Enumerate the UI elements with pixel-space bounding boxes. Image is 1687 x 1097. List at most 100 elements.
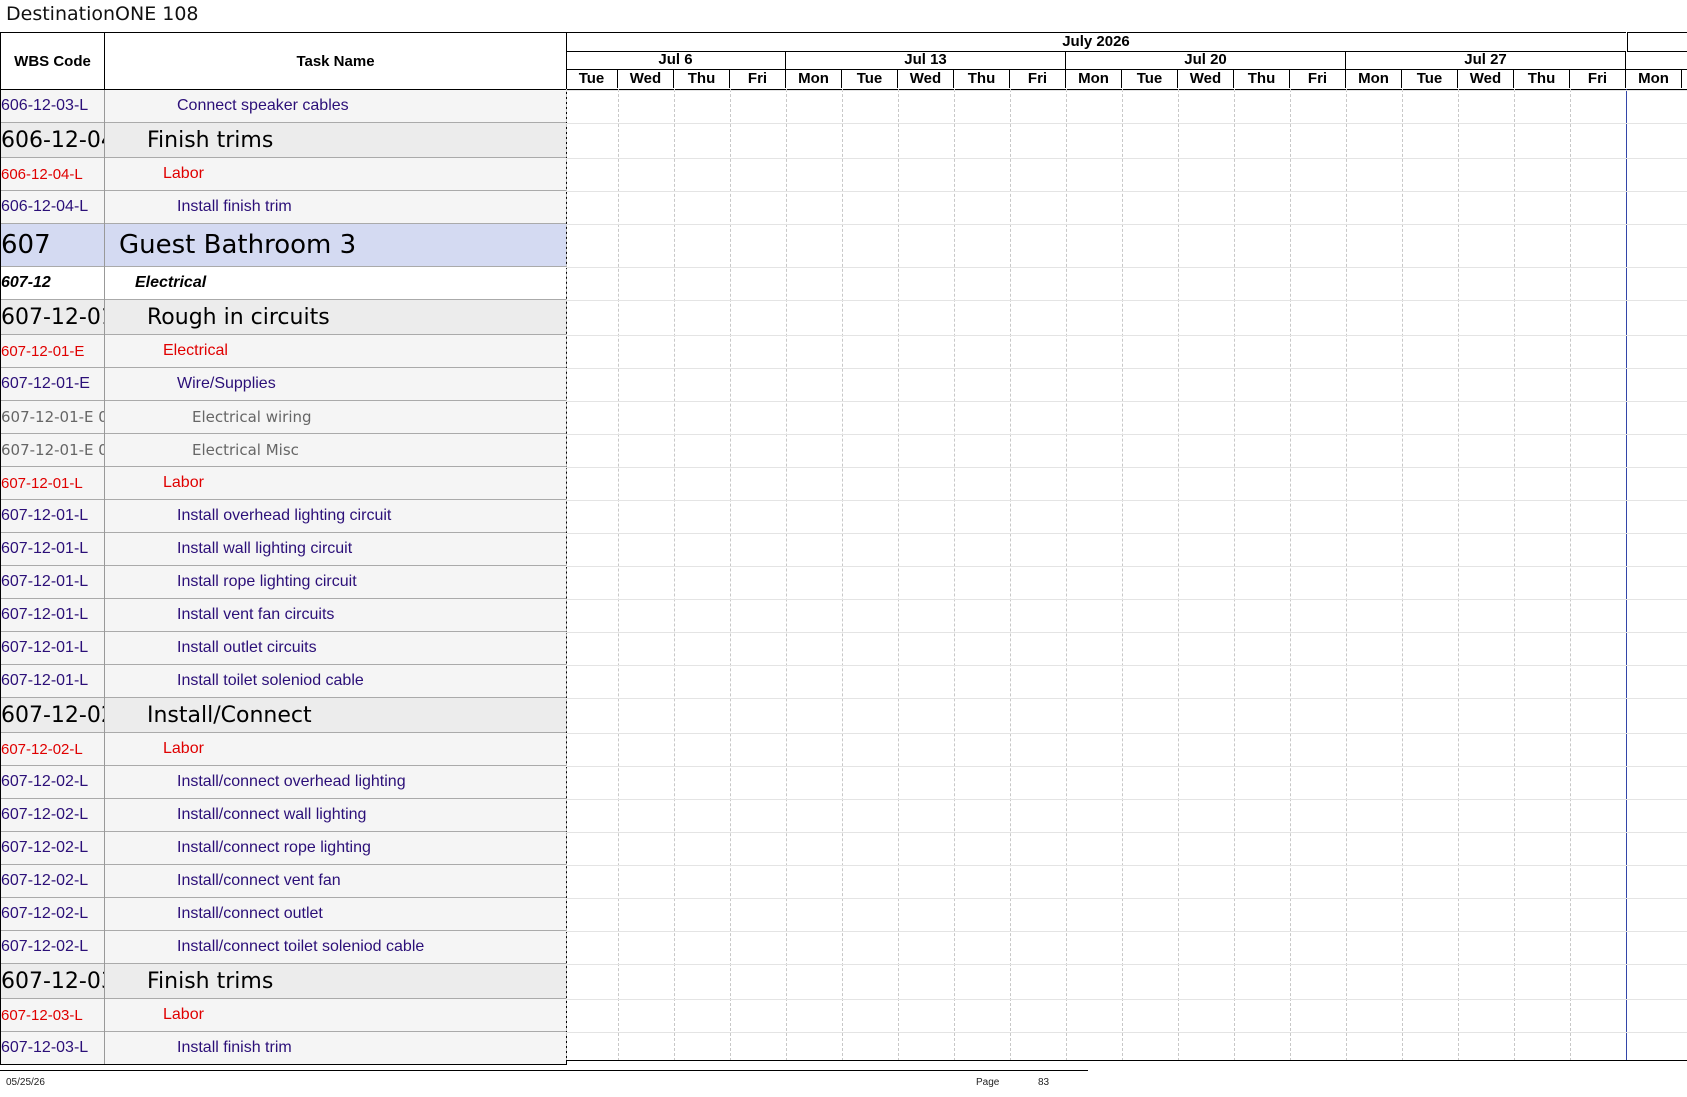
task-name: Electrical <box>104 334 567 368</box>
timeline-row-line <box>566 897 1687 899</box>
task-row[interactable]: 607-12-02-L Install/connect toilet soleni… <box>0 930 567 964</box>
task-row[interactable]: 607-12-01 Rough in circuits <box>0 299 567 335</box>
wbs-code: 607-12-02-L <box>0 798 105 832</box>
day-grid-line <box>1570 89 1571 1061</box>
week-label: Jul 27 <box>1346 51 1626 70</box>
timeline-row-line <box>566 532 1687 534</box>
task-name: Install/connect rope lighting <box>104 831 567 865</box>
task-row[interactable]: 607-12-01-E 0 Electrical wiring <box>0 400 567 434</box>
task-row[interactable]: 606-12-04-L Labor <box>0 157 567 191</box>
day-grid-line <box>1234 89 1235 1061</box>
day-grid-line <box>674 89 675 1061</box>
task-row[interactable]: 607-12-01-L Install toilet soleniod cable <box>0 664 567 698</box>
day-grid-line <box>1178 89 1179 1061</box>
day-label: Wed <box>898 70 954 88</box>
timeline-row-line <box>566 798 1687 800</box>
task-name: Install toilet soleniod cable <box>104 664 567 698</box>
wbs-code: 607-12-01-E 0 <box>0 400 105 434</box>
wbs-code: 607-12-03-L <box>0 998 105 1032</box>
day-label: Wed <box>618 70 674 88</box>
week-label: Jul 13 <box>786 51 1066 70</box>
day-label: Fri <box>1570 70 1626 88</box>
wbs-code: 607-12-01-L <box>0 466 105 500</box>
day-grid-line <box>1066 89 1067 1061</box>
wbs-code: 606-12-04-L <box>0 190 105 224</box>
task-name: Install finish trim <box>104 1031 567 1065</box>
task-row[interactable]: 607-12-02-L Install/connect wall lighting <box>0 798 567 832</box>
wbs-code-header[interactable]: WBS Code <box>0 32 105 90</box>
timeline-row-line <box>566 1031 1687 1033</box>
wbs-code: 607-12-02-L <box>0 831 105 865</box>
task-row[interactable]: 607-12-01-L Install rope lighting circuit <box>0 565 567 599</box>
task-row[interactable]: 607-12-01-E Electrical <box>0 334 567 368</box>
day-grid-line <box>1346 89 1347 1061</box>
task-name: Electrical <box>104 266 567 300</box>
day-grid-line <box>898 89 899 1061</box>
task-name: Finish trims <box>104 963 567 999</box>
wbs-code: 606-12-03-L <box>0 89 105 123</box>
day-grid-line <box>786 89 787 1061</box>
task-row[interactable]: 606-12-04 Finish trims <box>0 122 567 158</box>
task-name: Connect speaker cables <box>104 89 567 123</box>
task-row[interactable]: 607-12-02-L Install/connect vent fan <box>0 864 567 898</box>
day-label: Tue <box>566 70 618 88</box>
footer-rule <box>0 1070 1088 1071</box>
task-list: 606-12-03-L Connect speaker cables 606-12-… <box>0 89 567 1065</box>
footer-page-number: 83 <box>1038 1077 1050 1088</box>
task-row[interactable]: 607-12-03-L Labor <box>0 998 567 1032</box>
task-row[interactable]: 606-12-03-L Connect speaker cables <box>0 89 567 123</box>
timeline-row-line <box>566 598 1687 600</box>
timeline-row-line <box>566 223 1687 225</box>
day-grid-line <box>1010 89 1011 1061</box>
task-row[interactable]: 607-12-02-L Install/connect outlet <box>0 897 567 931</box>
timeline-row-line <box>566 998 1687 1000</box>
timeline-row-line <box>566 831 1687 833</box>
timeline-row-line <box>566 864 1687 866</box>
week-label: Jul 20 <box>1066 51 1346 70</box>
wbs-code: 607 <box>0 223 105 267</box>
day-grid-line <box>618 89 619 1061</box>
day-grid-line <box>730 89 731 1061</box>
task-row[interactable]: 607-12-01-L Install overhead lighting cir… <box>0 499 567 533</box>
task-row[interactable]: 607-12-01-E Wire/Supplies <box>0 367 567 401</box>
timeline-header: July 2026 Tue Wed Thu Fri Mon Tue Wed Thu Fri Mon… <box>566 32 1687 90</box>
task-row[interactable]: 607-12-02 Install/Connect <box>0 697 567 733</box>
day-grid-line <box>1514 89 1515 1061</box>
task-row[interactable]: 607-12-03 Finish trims <box>0 963 567 999</box>
task-row[interactable]: 607-12-01-L Install vent fan circuits <box>0 598 567 632</box>
task-row[interactable]: 607-12-02-L Labor <box>0 732 567 766</box>
timeline-row-line <box>566 565 1687 567</box>
wbs-code: 607-12-02 <box>0 697 105 733</box>
task-row[interactable]: 607 Guest Bathroom 3 <box>0 223 567 267</box>
task-name: Rough in circuits <box>104 299 567 335</box>
timeline-row-line <box>566 299 1687 301</box>
task-row[interactable]: 607-12 Electrical <box>0 266 567 300</box>
timeline-row-line <box>566 433 1687 435</box>
day-label: Mon <box>786 70 842 88</box>
wbs-code: 607-12-01-L <box>0 532 105 566</box>
task-row[interactable]: 607-12-02-L Install/connect rope lighting <box>0 831 567 865</box>
week-next-label <box>1626 51 1687 70</box>
table-header-row: WBS Code Task Name <box>0 32 567 90</box>
task-row[interactable]: 607-12-03-L Install finish trim <box>0 1031 567 1065</box>
task-row[interactable]: 607-12-01-E 0 Electrical Misc <box>0 433 567 467</box>
day-label: Tue <box>1122 70 1178 88</box>
task-row[interactable]: 607-12-01-L Labor <box>0 466 567 500</box>
wbs-code: 607-12 <box>0 266 105 300</box>
today-marker-line <box>1626 89 1627 1061</box>
task-name: Finish trims <box>104 122 567 158</box>
day-label: Tue <box>842 70 898 88</box>
task-row[interactable]: 607-12-01-L Install outlet circuits <box>0 631 567 665</box>
footer-date: 05/25/26 <box>6 1077 45 1088</box>
task-row[interactable]: 606-12-04-L Install finish trim <box>0 190 567 224</box>
task-name-header[interactable]: Task Name <box>104 32 567 90</box>
task-row[interactable]: 607-12-01-L Install wall lighting circuit <box>0 532 567 566</box>
task-name: Install/connect vent fan <box>104 864 567 898</box>
timeline-row-line <box>566 89 1687 91</box>
day-label: Thu <box>1514 70 1570 88</box>
timeline-bottom-border <box>566 1060 1687 1061</box>
wbs-code: 607-12-01-E <box>0 334 105 368</box>
task-row[interactable]: 607-12-02-L Install/connect overhead ligh… <box>0 765 567 799</box>
wbs-code: 607-12-02-L <box>0 765 105 799</box>
task-name: Labor <box>104 732 567 766</box>
